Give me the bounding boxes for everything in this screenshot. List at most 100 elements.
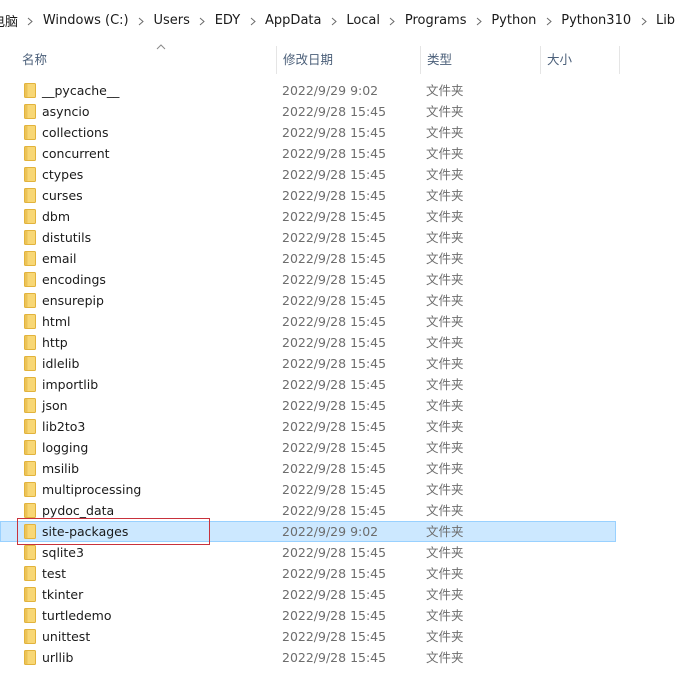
file-name: ensurepip: [42, 293, 104, 308]
file-date-modified: 2022/9/28 15:45: [282, 272, 387, 287]
list-item[interactable]: msilib 2022/9/28 15:45 文件夹: [0, 458, 616, 479]
list-item[interactable]: __pycache__ 2022/9/29 9:02 文件夹: [0, 80, 616, 101]
column-header-type[interactable]: 类型: [420, 46, 539, 74]
file-date-modified: 2022/9/28 15:45: [282, 629, 387, 644]
file-type: 文件夹: [426, 125, 464, 140]
folder-icon: [24, 608, 36, 623]
folder-icon: [24, 335, 36, 350]
file-type: 文件夹: [426, 314, 464, 329]
list-item-selected[interactable]: site-packages 2022/9/29 9:02 文件夹: [0, 521, 616, 542]
breadcrumb-item[interactable]: Lib: [655, 13, 676, 28]
file-type: 文件夹: [426, 566, 464, 581]
file-type: 文件夹: [426, 188, 464, 203]
list-item[interactable]: dbm 2022/9/28 15:45 文件夹: [0, 206, 616, 227]
list-item[interactable]: turtledemo 2022/9/28 15:45 文件夹: [0, 605, 616, 626]
file-type: 文件夹: [426, 209, 464, 224]
file-type: 文件夹: [426, 272, 464, 287]
file-explorer-window: 电脑 Windows (C:) Users EDY AppData Local Progra…: [0, 0, 676, 673]
breadcrumb-chevron-right-icon[interactable]: [537, 13, 560, 28]
address-bar[interactable]: 电脑 Windows (C:) Users EDY AppData Local Progra…: [0, 0, 676, 40]
column-header-type-label: 类型: [427, 52, 453, 67]
file-name: importlib: [42, 377, 99, 392]
breadcrumb-item[interactable]: Python: [490, 13, 537, 28]
list-item[interactable]: ensurepip 2022/9/28 15:45 文件夹: [0, 290, 616, 311]
breadcrumb-chevron-right-icon[interactable]: [322, 13, 345, 28]
file-date-modified: 2022/9/28 15:45: [282, 503, 387, 518]
folder-icon: [24, 356, 36, 371]
breadcrumb-item[interactable]: Users: [152, 13, 190, 28]
list-item[interactable]: sqlite3 2022/9/28 15:45 文件夹: [0, 542, 616, 563]
file-date-modified: 2022/9/28 15:45: [282, 356, 387, 371]
breadcrumb-item[interactable]: Python310: [560, 13, 632, 28]
folder-icon: [24, 461, 36, 476]
list-item[interactable]: asyncio 2022/9/28 15:45 文件夹: [0, 101, 616, 122]
file-name: http: [42, 335, 68, 350]
column-header-date[interactable]: 修改日期: [276, 46, 419, 74]
sort-ascending-icon: [156, 44, 166, 50]
list-item[interactable]: test 2022/9/28 15:45 文件夹: [0, 563, 616, 584]
breadcrumb-item[interactable]: EDY: [214, 13, 241, 28]
breadcrumb-item[interactable]: Local: [345, 13, 381, 28]
file-date-modified: 2022/9/28 15:45: [282, 167, 387, 182]
breadcrumb-item[interactable]: AppData: [264, 13, 322, 28]
folder-icon: [24, 251, 36, 266]
file-date-modified: 2022/9/28 15:45: [282, 125, 387, 140]
breadcrumb-chevron-right-icon[interactable]: [130, 13, 153, 28]
file-date-modified: 2022/9/28 15:45: [282, 377, 387, 392]
breadcrumb-chevron-right-icon[interactable]: [467, 13, 490, 28]
breadcrumb-chevron-right-icon[interactable]: [191, 13, 214, 28]
folder-icon: [24, 272, 36, 287]
list-item[interactable]: idlelib 2022/9/28 15:45 文件夹: [0, 353, 616, 374]
breadcrumb-chevron-right-icon[interactable]: [241, 13, 264, 28]
file-date-modified: 2022/9/28 15:45: [282, 587, 387, 602]
file-name: site-packages: [42, 524, 129, 539]
column-header-size-label: 大小: [547, 52, 573, 67]
list-item[interactable]: ctypes 2022/9/28 15:45 文件夹: [0, 164, 616, 185]
file-name: sqlite3: [42, 545, 84, 560]
folder-icon: [24, 188, 36, 203]
breadcrumb-item[interactable]: 电脑: [0, 11, 19, 30]
file-type: 文件夹: [426, 629, 464, 644]
list-item[interactable]: unittest 2022/9/28 15:45 文件夹: [0, 626, 616, 647]
folder-icon: [24, 524, 36, 539]
file-type: 文件夹: [426, 608, 464, 623]
list-item[interactable]: lib2to3 2022/9/28 15:45 文件夹: [0, 416, 616, 437]
list-item[interactable]: email 2022/9/28 15:45 文件夹: [0, 248, 616, 269]
file-name: lib2to3: [42, 419, 86, 434]
list-item[interactable]: pydoc_data 2022/9/28 15:45 文件夹: [0, 500, 616, 521]
list-item[interactable]: encodings 2022/9/28 15:45 文件夹: [0, 269, 616, 290]
list-item[interactable]: collections 2022/9/28 15:45 文件夹: [0, 122, 616, 143]
folder-icon: [24, 419, 36, 434]
breadcrumb-item[interactable]: Programs: [404, 13, 468, 28]
file-date-modified: 2022/9/28 15:45: [282, 146, 387, 161]
file-name: ctypes: [42, 167, 84, 182]
list-item[interactable]: logging 2022/9/28 15:45 文件夹: [0, 437, 616, 458]
breadcrumb-chevron-right-icon[interactable]: [632, 13, 655, 28]
breadcrumb-item[interactable]: Windows (C:): [42, 13, 130, 28]
file-name: dbm: [42, 209, 71, 224]
folder-icon: [24, 230, 36, 245]
breadcrumb-chevron-right-icon[interactable]: [381, 13, 404, 28]
folder-icon: [24, 314, 36, 329]
breadcrumb-chevron-right-icon[interactable]: [19, 13, 42, 28]
folder-icon: [24, 125, 36, 140]
column-header-name[interactable]: 名称: [16, 44, 275, 74]
column-header-size[interactable]: 大小: [540, 46, 620, 74]
file-name: encodings: [42, 272, 106, 287]
list-item[interactable]: importlib 2022/9/28 15:45 文件夹: [0, 374, 616, 395]
file-list: __pycache__ 2022/9/29 9:02 文件夹 asyncio 2022/…: [0, 80, 676, 668]
list-item[interactable]: json 2022/9/28 15:45 文件夹: [0, 395, 616, 416]
list-item[interactable]: distutils 2022/9/28 15:45 文件夹: [0, 227, 616, 248]
file-type: 文件夹: [426, 398, 464, 413]
list-item[interactable]: multiprocessing 2022/9/28 15:45 文件夹: [0, 479, 616, 500]
list-item[interactable]: tkinter 2022/9/28 15:45 文件夹: [0, 584, 616, 605]
list-item[interactable]: concurrent 2022/9/28 15:45 文件夹: [0, 143, 616, 164]
file-name: asyncio: [42, 104, 90, 119]
list-item[interactable]: http 2022/9/28 15:45 文件夹: [0, 332, 616, 353]
file-date-modified: 2022/9/29 9:02: [282, 524, 379, 539]
list-item[interactable]: urllib 2022/9/28 15:45 文件夹: [0, 647, 616, 668]
file-type: 文件夹: [426, 503, 464, 518]
folder-icon: [24, 566, 36, 581]
list-item[interactable]: html 2022/9/28 15:45 文件夹: [0, 311, 616, 332]
list-item[interactable]: curses 2022/9/28 15:45 文件夹: [0, 185, 616, 206]
